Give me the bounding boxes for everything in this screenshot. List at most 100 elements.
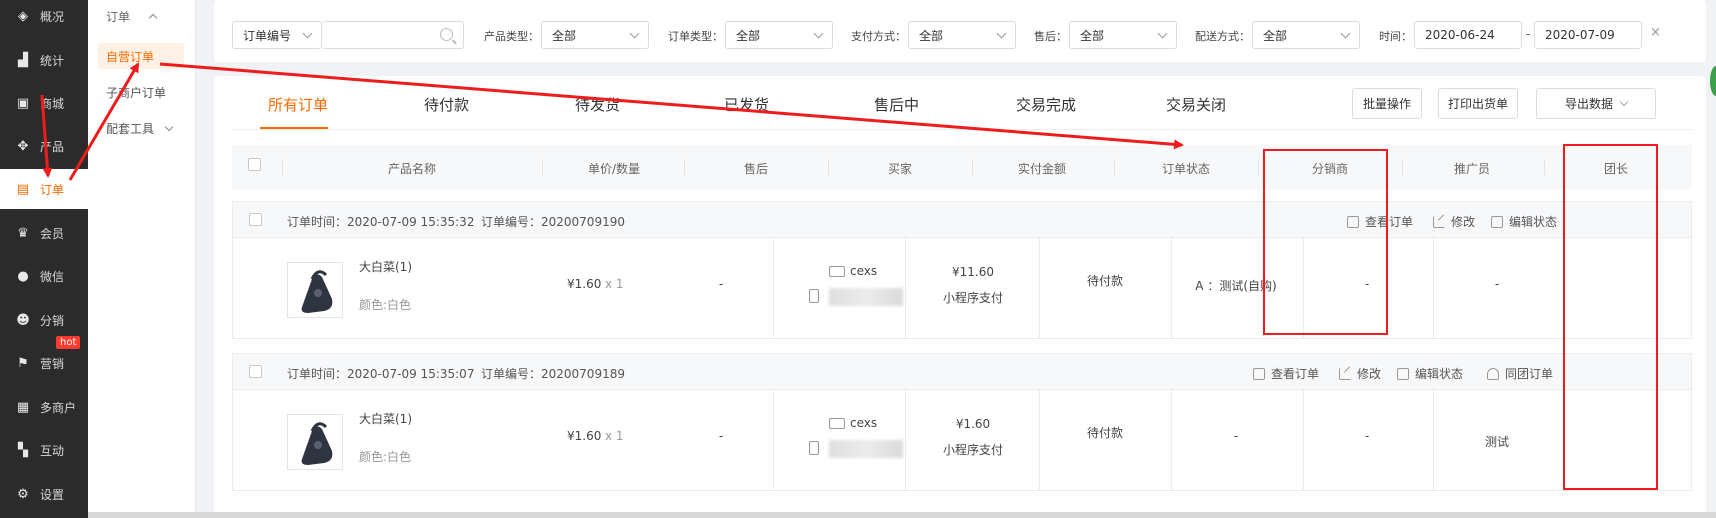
order-time: 订单时间：2020-07-09 15:35:32 (287, 215, 475, 229)
product-type-label: 产品类型： (484, 30, 539, 43)
product-name[interactable]: 大白菜(1) (359, 410, 412, 427)
grid-icon: ✥ (17, 138, 29, 154)
clear-date-icon[interactable]: × (1650, 25, 1661, 40)
delivery-label: 配送方式： (1195, 30, 1250, 43)
group-leader-value: 测试 (1484, 435, 1510, 449)
tab-after-sale[interactable]: 售后中 (874, 94, 919, 115)
header-product-name: 产品名称 (387, 162, 437, 176)
tab-pending-payment[interactable]: 待付款 (424, 94, 469, 115)
pay-method: 小程序支付 (942, 291, 1004, 305)
submenu-item-label: 子商户订单 (106, 85, 167, 100)
floating-widget[interactable] (1710, 66, 1716, 96)
horizontal-scrollbar[interactable] (88, 512, 1716, 518)
delivery-select[interactable]: 全部 (1252, 21, 1360, 49)
submenu-item-self-orders[interactable]: 自营订单 (98, 43, 184, 69)
group-orders-link[interactable]: 同团订单 (1487, 365, 1553, 382)
headset-icon (1487, 367, 1499, 380)
order-card-header: 订单时间：2020-07-09 15:35:07 订单编号：2020070918… (233, 354, 1691, 390)
sidebar-item-mall[interactable]: ▣ 商城 (0, 83, 88, 123)
view-order-icon (1253, 367, 1265, 380)
edit-order-link[interactable]: 修改 (1339, 365, 1381, 382)
submenu-group-orders[interactable]: 订单 (106, 3, 158, 29)
date-start-input[interactable]: 2020-06-24 (1414, 21, 1522, 49)
sidebar-item-products[interactable]: ✥ 产品 (0, 126, 88, 166)
op-label: 编辑状态 (1415, 367, 1464, 381)
tab-pending-shipment[interactable]: 待发货 (575, 94, 620, 115)
user-card-icon (829, 266, 845, 277)
buyer-name[interactable]: cexs (829, 264, 877, 278)
submenu-item-sub-merchant-orders[interactable]: 子商户订单 (106, 79, 166, 105)
sidebar-item-overview[interactable]: ◈ 概况 (0, 0, 88, 36)
sub-menu: 订单 自营订单 子商户订单 配套工具 (88, 0, 196, 518)
sidebar-item-marketing[interactable]: ⚑ 营销 hot (0, 336, 88, 383)
sidebar-item-distribution[interactable]: ☻ 分销 (0, 300, 88, 340)
chevron-down-icon (1619, 97, 1629, 107)
after-sale-value: - (718, 277, 724, 291)
sidebar-item-wechat[interactable]: ● 微信 (0, 256, 88, 296)
export-data-button[interactable]: 导出数据 (1536, 88, 1656, 119)
cell-divider (905, 390, 906, 490)
edit-status-link[interactable]: 编辑状态 (1491, 213, 1557, 230)
sidebar-item-interact[interactable]: ▚ 互动 (0, 430, 88, 470)
chevron-down-icon (996, 28, 1007, 39)
orders-panel: 所有订单 待付款 待发货 已发货 售后中 交易完成 交易关闭 批量操作 打印出货… (214, 76, 1706, 518)
header-paid-amount: 实付金额 (1017, 162, 1067, 176)
flag-icon: ⚑ (17, 355, 29, 371)
print-invoice-button[interactable]: 打印出货单 (1438, 88, 1518, 119)
sidebar-item-orders[interactable]: ▤ 订单 (0, 169, 88, 209)
buyer-name[interactable]: cexs (829, 416, 877, 430)
phone-icon (809, 289, 819, 303)
sidebar-item-stats[interactable]: ▟ 统计 (0, 40, 88, 80)
edit-status-link[interactable]: 编辑状态 (1397, 365, 1463, 382)
order-field-select[interactable]: 订单编号 (232, 21, 322, 49)
order-type-select[interactable]: 全部 (725, 21, 833, 49)
table-header: 产品名称 单价/数量 售后 买家 实付金额 订单状态 分销商 推广员 团长 (232, 145, 1692, 189)
order-checkbox[interactable] (249, 213, 262, 226)
sidebar-item-label: 商城 (40, 96, 65, 111)
view-order-link[interactable]: 查看订单 (1253, 365, 1319, 382)
tab-shipped[interactable]: 已发货 (724, 94, 769, 115)
product-name[interactable]: 大白菜(1) (359, 258, 412, 275)
product-image (301, 270, 333, 313)
tab-closed[interactable]: 交易关闭 (1166, 94, 1226, 115)
after-sale-label: 售后： (1034, 30, 1067, 43)
after-sale-select[interactable]: 全部 (1069, 21, 1177, 49)
paid-amount: ¥11.60 (952, 265, 994, 279)
sidebar-item-label: 分销 (40, 313, 65, 328)
sidebar-item-settings[interactable]: ⚙ 设置 (0, 474, 88, 514)
product-spec: 颜色:白色 (359, 450, 412, 464)
submenu-item-tools[interactable]: 配套工具 (106, 115, 174, 141)
layers-icon: ◈ (18, 8, 28, 24)
tab-completed[interactable]: 交易完成 (1016, 94, 1076, 115)
cell-divider (905, 238, 906, 338)
merchant-icon: ▦ (16, 399, 30, 415)
chevron-down-icon (302, 28, 313, 39)
interact-icon: ▚ (18, 442, 28, 458)
distributor-value: - (1233, 429, 1239, 443)
search-input[interactable] (322, 21, 464, 49)
sidebar-item-label: 营销 (40, 356, 65, 371)
edit-status-icon (1397, 367, 1409, 380)
unit-price: ¥1.60 (567, 277, 602, 291)
paid-amount: ¥1.60 (955, 417, 991, 431)
date-end-input[interactable]: 2020-07-09 (1534, 21, 1642, 49)
batch-operation-button[interactable]: 批量操作 (1352, 88, 1422, 119)
search-icon[interactable] (440, 28, 453, 41)
product-thumbnail[interactable] (287, 414, 343, 470)
cell-divider (1171, 238, 1172, 338)
wechat-icon: ● (17, 268, 29, 284)
sidebar-item-multi-merchant[interactable]: ▦ 多商户 (0, 387, 88, 427)
quantity: x 1 (605, 429, 624, 443)
order-status: 待付款 (1086, 274, 1124, 288)
product-image (301, 422, 333, 465)
select-all-checkbox[interactable] (248, 158, 261, 171)
delivery-value: 全部 (1263, 28, 1288, 43)
edit-order-link[interactable]: 修改 (1433, 213, 1475, 230)
order-checkbox[interactable] (249, 365, 262, 378)
op-label: 编辑状态 (1509, 215, 1558, 229)
sidebar-item-members[interactable]: ♛ 会员 (0, 213, 88, 253)
pay-method-select[interactable]: 全部 (908, 21, 1016, 49)
product-type-select[interactable]: 全部 (541, 21, 649, 49)
tab-all-orders[interactable]: 所有订单 (268, 94, 328, 115)
product-thumbnail[interactable] (287, 262, 343, 318)
